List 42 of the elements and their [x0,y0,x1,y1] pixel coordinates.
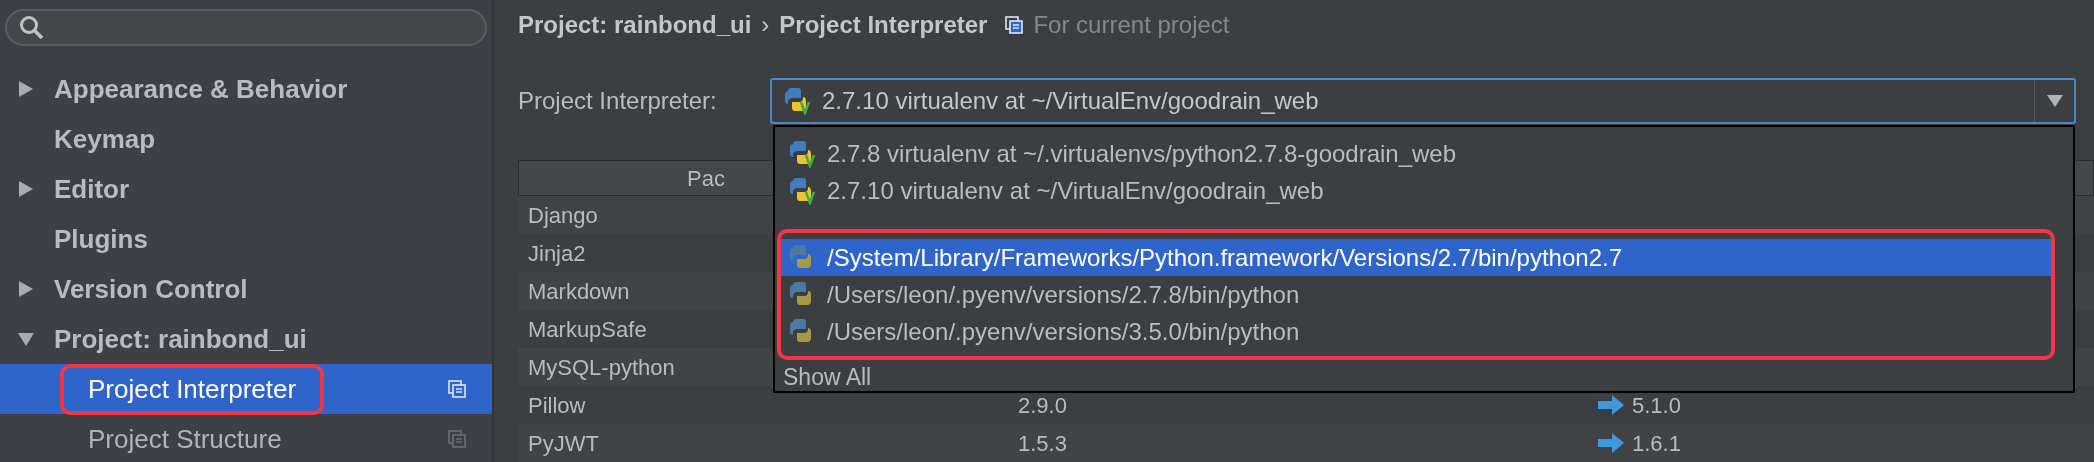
copy-icon [448,380,466,398]
copy-icon [448,430,466,448]
collapsed-triangle-icon[interactable] [18,281,34,297]
settings-item[interactable]: Project Interpreter [0,364,492,414]
settings-item-label: Project Interpreter [60,363,325,415]
search-field[interactable] [5,9,487,46]
combobox-value: 2.7.10 virtualenv at ~/VirtualEnv/goodrain_web [822,86,1319,116]
package-name: Django [528,201,598,230]
package-name: Pillow [528,391,586,420]
settings-category[interactable]: Plugins [54,219,148,259]
breadcrumb-link[interactable]: Project: rainbond_ui [518,7,752,43]
interpreter-option[interactable]: /System/Library/Frameworks/Python.framework/Versions/2.7/bin/python2.7 [781,239,2051,276]
package-name: Jinja2 [528,239,586,268]
dropdown-arrow-icon[interactable] [2046,95,2063,107]
breadcrumb-separator: › [761,10,770,40]
settings-category[interactable]: Version Control [54,269,248,309]
interpreter-option[interactable]: 2.7.8 virtualenv at ~/.virtualenvs/python2.7.8-goodrain_web [781,135,2051,172]
interpreter-combobox[interactable]: 2.7.10 virtualenv at ~/VirtualEnv/goodrain_web [770,78,2076,124]
breadcrumb-current: Project Interpreter [779,10,988,40]
settings-category[interactable]: Project: rainbond_ui [54,319,307,359]
settings-category[interactable]: Appearance & Behavior [54,69,348,109]
column-header[interactable]: Pac [687,161,725,195]
package-name: MySQL-python [528,353,675,382]
settings-category[interactable]: Editor [54,169,130,209]
latest-version: 1.6.1 [1632,429,1681,458]
package-version: 1.5.3 [1018,429,1067,458]
package-name: Markdown [528,277,630,306]
settings-item[interactable]: Project Structure [0,414,492,462]
copy-icon [1005,16,1024,34]
interpreter-option[interactable]: /Users/leon/.pyenv/versions/3.5.0/bin/python [781,313,2051,350]
field-label: Project Interpreter: [518,86,718,116]
interpreter-option[interactable]: /Users/leon/.pyenv/versions/2.7.8/bin/python [781,276,2051,313]
settings-item-label: Project Structure [87,422,283,456]
collapsed-triangle-icon[interactable] [18,181,34,197]
settings-category[interactable]: Keymap [54,119,156,159]
package-name: PyJWT [528,429,599,458]
collapsed-triangle-icon[interactable] [18,81,34,97]
scope-label: For current project [1033,10,1230,40]
interpreter-option[interactable]: 2.7.10 virtualenv at ~/VirtualEnv/goodrain_web [781,172,2051,209]
expanded-triangle-icon[interactable] [18,331,34,347]
search-icon [19,14,45,41]
package-name: MarkupSafe [528,315,647,344]
